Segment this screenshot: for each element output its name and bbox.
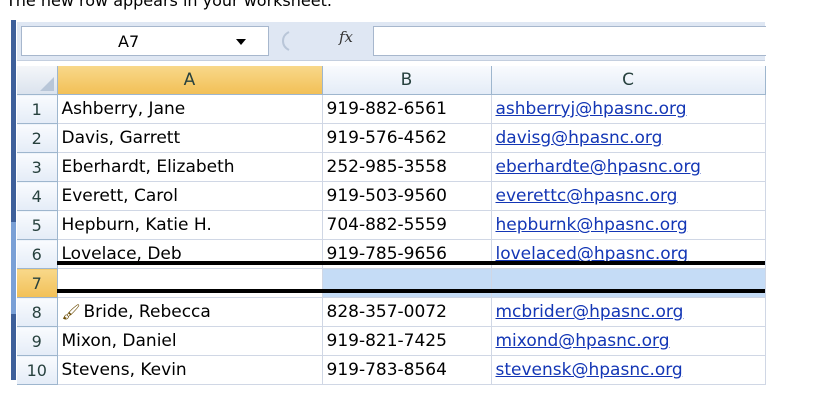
row-header[interactable]: 5 — [17, 210, 58, 240]
active-cell[interactable] — [57, 268, 323, 298]
table-row: 1 Ashberry, Jane 919-882-6561 ashberryj@… — [17, 94, 766, 124]
formula-bar: A7 fx — [17, 22, 766, 61]
name-cell[interactable]: Ashberry, Jane — [57, 94, 323, 124]
caption-text: The new row appears in your worksheet. — [6, 0, 332, 10]
phone-cell[interactable]: 919-882-6561 — [322, 94, 492, 124]
row-header[interactable]: 4 — [17, 181, 58, 211]
worksheet-grid: A B C 1 Ashberry, Jane 919-882-6561 ashb… — [17, 66, 766, 385]
row-header[interactable]: 9 — [17, 326, 58, 356]
phone-cell[interactable]: 704-882-5559 — [322, 210, 492, 240]
email-cell[interactable] — [491, 268, 766, 298]
name-cell[interactable]: Mixon, Daniel — [57, 326, 323, 356]
name-cell[interactable]: 🖌 Bride, Rebecca — [57, 297, 323, 327]
paintbrush-icon[interactable]: 🖌 — [62, 303, 84, 321]
name-cell-text: Bride, Rebecca — [83, 302, 211, 322]
table-row: 3 Eberhardt, Elizabeth 252-985-3558 eber… — [17, 152, 766, 182]
phone-cell[interactable] — [322, 268, 492, 298]
email-link-cell[interactable]: davisg@hpasnc.org — [491, 123, 766, 153]
name-cell[interactable]: Hepburn, Katie H. — [57, 210, 323, 240]
table-row: 5 Hepburn, Katie H. 704-882-5559 hepburn… — [17, 210, 766, 240]
email-link-cell[interactable]: ashberryj@hpasnc.org — [491, 94, 766, 124]
email-link-cell[interactable]: stevensk@hpasnc.org — [491, 355, 766, 385]
table-row: 8 🖌 Bride, Rebecca 828-357-0072 mcbrider@… — [17, 297, 766, 327]
column-header-c[interactable]: C — [491, 66, 766, 95]
table-row: 9 Mixon, Daniel 919-821-7425 mixond@hpas… — [17, 326, 766, 356]
select-all-button[interactable] — [17, 66, 58, 95]
name-box-value: A7 — [118, 32, 140, 51]
email-link-cell[interactable]: everettc@hpasnc.org — [491, 181, 766, 211]
phone-cell[interactable]: 919-576-4562 — [322, 123, 492, 153]
name-cell[interactable]: Eberhardt, Elizabeth — [57, 152, 323, 182]
phone-cell[interactable]: 919-503-9560 — [322, 181, 492, 211]
row-header[interactable]: 6 — [17, 239, 58, 269]
inserted-row-top-border — [57, 261, 765, 265]
phone-cell[interactable]: 919-783-8564 — [322, 355, 492, 385]
name-cell[interactable]: Stevens, Kevin — [57, 355, 323, 385]
table-row: 4 Everett, Carol 919-503-9560 everettc@h… — [17, 181, 766, 211]
column-header-a[interactable]: A — [57, 66, 323, 95]
row-header[interactable]: 1 — [17, 94, 58, 124]
phone-cell[interactable]: 919-821-7425 — [322, 326, 492, 356]
table-row: 2 Davis, Garrett 919-576-4562 davisg@hpa… — [17, 123, 766, 153]
window-left-edge — [11, 20, 16, 380]
formula-input[interactable] — [373, 26, 766, 56]
email-link-cell[interactable]: eberhardte@hpasnc.org — [491, 152, 766, 182]
email-link-cell[interactable]: mixond@hpasnc.org — [491, 326, 766, 356]
phone-cell[interactable]: 252-985-3558 — [322, 152, 492, 182]
chevron-down-icon[interactable] — [236, 39, 246, 45]
inserted-row[interactable]: 7 — [17, 268, 766, 298]
row-header[interactable]: 2 — [17, 123, 58, 153]
row-header[interactable]: 10 — [17, 355, 58, 385]
row-header-selected[interactable]: 7 — [17, 268, 58, 298]
name-cell[interactable]: Everett, Carol — [57, 181, 323, 211]
table-row: 10 Stevens, Kevin 919-783-8564 stevensk@… — [17, 355, 766, 385]
email-link-cell[interactable]: hepburnk@hpasnc.org — [491, 210, 766, 240]
inserted-row-bottom-border — [57, 289, 765, 293]
column-header-b[interactable]: B — [322, 66, 492, 95]
email-link-cell[interactable]: mcbrider@hpasnc.org — [491, 297, 766, 327]
name-box[interactable]: A7 — [21, 26, 269, 56]
row-header[interactable]: 8 — [17, 297, 58, 327]
name-cell[interactable]: Davis, Garrett — [57, 123, 323, 153]
phone-cell[interactable]: 828-357-0072 — [322, 297, 492, 327]
row-header[interactable]: 3 — [17, 152, 58, 182]
formula-bar-separator-icon — [279, 30, 293, 52]
